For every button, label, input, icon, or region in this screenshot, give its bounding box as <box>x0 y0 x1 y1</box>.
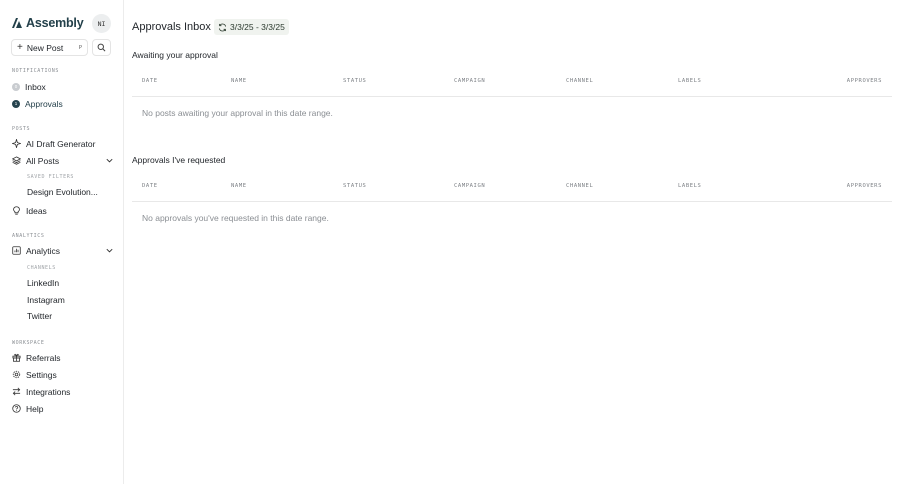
main-content: Approvals Inbox 3/3/25 - 3/3/25 Awaiting… <box>124 0 900 484</box>
arrows-exchange-icon <box>12 387 21 396</box>
sidebar-item-integrations[interactable]: Integrations <box>12 385 114 398</box>
sidebar-item-label: Help <box>26 403 44 414</box>
workspace-section-title: WORKSPACE <box>12 340 45 346</box>
sparkle-icon <box>12 139 21 148</box>
date-range-picker[interactable]: 3/3/25 - 3/3/25 <box>214 19 289 35</box>
posts-section-title: POSTS <box>12 126 31 132</box>
page-title: Approvals Inbox <box>132 21 211 33</box>
swap-arrows-icon <box>218 23 227 31</box>
sidebar-item-settings[interactable]: Settings <box>12 368 114 381</box>
sidebar-item-referrals[interactable]: Referrals <box>12 351 114 364</box>
chevron-down-icon[interactable] <box>105 156 114 165</box>
channel-item-twitter[interactable]: Twitter <box>27 311 52 321</box>
notifications-section-title: NOTIFICATIONS <box>12 68 59 74</box>
layers-icon <box>12 156 21 165</box>
column-header-channel[interactable]: CHANNEL <box>566 183 593 189</box>
sidebar-item-label: Settings <box>26 369 57 380</box>
column-header-campaign[interactable]: CAMPAIGN <box>454 78 485 84</box>
sidebar-item-all-posts[interactable]: All Posts <box>12 154 114 167</box>
sidebar-item-ideas[interactable]: Ideas <box>12 204 114 217</box>
awaiting-table-header: DATE NAME STATUS CAMPAIGN CHANNEL LABELS… <box>132 67 892 97</box>
lightbulb-icon <box>13 206 20 215</box>
requested-approvals-heading: Approvals I've requested <box>132 155 226 165</box>
requested-table-header: DATE NAME STATUS CAMPAIGN CHANNEL LABELS… <box>132 172 892 202</box>
column-header-campaign[interactable]: CAMPAIGN <box>454 183 485 189</box>
column-header-labels[interactable]: LABELS <box>678 78 701 84</box>
awaiting-approval-heading: Awaiting your approval <box>132 50 218 60</box>
date-range-text: 3/3/25 - 3/3/25 <box>230 22 285 32</box>
gear-icon <box>12 370 21 379</box>
help-circle-icon <box>12 404 21 413</box>
sidebar-item-label: All Posts <box>26 155 60 166</box>
awaiting-empty-message: No posts awaiting your approval in this … <box>142 108 333 118</box>
avatar[interactable]: NI <box>92 14 111 33</box>
new-post-button[interactable]: + New Post P <box>11 39 88 56</box>
approvals-count-badge: 1 <box>12 99 20 108</box>
sidebar-item-analytics[interactable]: Analytics <box>12 244 114 257</box>
column-header-approvers[interactable]: APPROVERS <box>847 183 882 189</box>
requested-empty-message: No approvals you've requested in this da… <box>142 213 329 223</box>
assembly-logo-icon <box>12 18 22 28</box>
sidebar-item-label: Integrations <box>26 386 71 397</box>
channel-item-instagram[interactable]: Instagram <box>27 295 65 305</box>
search-button[interactable] <box>92 39 111 56</box>
chart-icon <box>12 246 21 255</box>
shortcut-hint: P <box>78 44 82 51</box>
sidebar-item-inbox[interactable]: 0 Inbox <box>12 80 114 93</box>
column-header-name[interactable]: NAME <box>231 183 247 189</box>
search-icon <box>97 43 106 52</box>
column-header-date[interactable]: DATE <box>142 183 158 189</box>
saved-filter-item[interactable]: Design Evolution... <box>27 187 98 197</box>
column-header-status[interactable]: STATUS <box>343 183 366 189</box>
sidebar-item-approvals[interactable]: 1 Approvals <box>12 97 114 110</box>
sidebar-item-label: Referrals <box>26 352 61 363</box>
sidebar-item-label: AI Draft Generator <box>26 138 96 149</box>
column-header-labels[interactable]: LABELS <box>678 183 701 189</box>
column-header-channel[interactable]: CHANNEL <box>566 78 593 84</box>
saved-filters-title: SAVED FILTERS <box>27 174 74 180</box>
plus-icon: + <box>17 41 23 53</box>
sidebar-item-label: Analytics <box>26 245 61 256</box>
column-header-status[interactable]: STATUS <box>343 78 366 84</box>
analytics-section-title: ANALYTICS <box>12 233 45 239</box>
sidebar-item-help[interactable]: Help <box>12 402 114 415</box>
sidebar-item-ai-draft[interactable]: AI Draft Generator <box>12 137 114 150</box>
column-header-date[interactable]: DATE <box>142 78 158 84</box>
channel-item-linkedin[interactable]: LinkedIn <box>27 278 59 288</box>
column-header-approvers[interactable]: APPROVERS <box>847 78 882 84</box>
brand-name: Assembly <box>26 16 84 30</box>
gift-icon <box>12 353 21 362</box>
sidebar-item-label: Approvals <box>25 98 63 109</box>
brand[interactable]: Assembly <box>11 16 84 30</box>
column-header-name[interactable]: NAME <box>231 78 247 84</box>
chevron-down-icon[interactable] <box>105 246 114 255</box>
sidebar-item-label: Inbox <box>25 81 46 92</box>
sidebar: Assembly NI + New Post P NOTIFICATIONS 0… <box>0 0 124 484</box>
inbox-count-badge: 0 <box>12 82 20 91</box>
channels-title: CHANNELS <box>27 265 56 271</box>
sidebar-item-label: Ideas <box>26 205 47 216</box>
new-post-label: New Post <box>26 42 64 53</box>
